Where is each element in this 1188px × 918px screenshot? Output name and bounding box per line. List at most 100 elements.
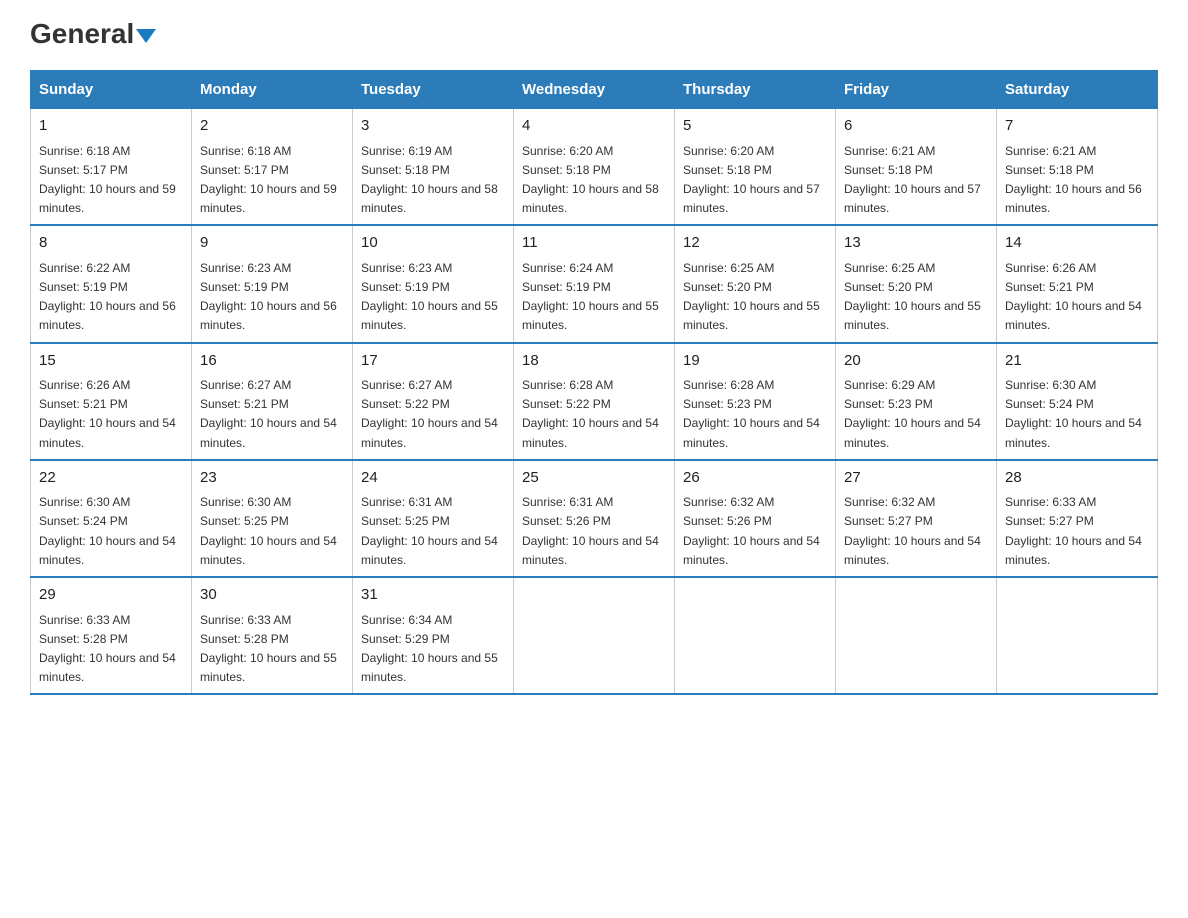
day-info: Sunrise: 6:30 AM Sunset: 5:24 PM Dayligh…: [1005, 376, 1149, 453]
day-number: 9: [200, 232, 344, 255]
day-number: 13: [844, 232, 988, 255]
day-info: Sunrise: 6:18 AM Sunset: 5:17 PM Dayligh…: [39, 142, 183, 219]
day-number: 2: [200, 115, 344, 138]
calendar-day-cell: 16 Sunrise: 6:27 AM Sunset: 5:21 PM Dayl…: [192, 343, 353, 460]
col-wednesday: Wednesday: [514, 71, 675, 109]
day-info: Sunrise: 6:30 AM Sunset: 5:25 PM Dayligh…: [200, 493, 344, 570]
calendar-day-cell: 24 Sunrise: 6:31 AM Sunset: 5:25 PM Dayl…: [353, 460, 514, 577]
day-number: 22: [39, 467, 183, 490]
day-info: Sunrise: 6:33 AM Sunset: 5:28 PM Dayligh…: [200, 611, 344, 688]
day-info: Sunrise: 6:32 AM Sunset: 5:26 PM Dayligh…: [683, 493, 827, 570]
col-tuesday: Tuesday: [353, 71, 514, 109]
day-info: Sunrise: 6:23 AM Sunset: 5:19 PM Dayligh…: [361, 259, 505, 336]
day-info: Sunrise: 6:26 AM Sunset: 5:21 PM Dayligh…: [1005, 259, 1149, 336]
logo: General: [30, 20, 156, 50]
calendar-week-row: 29 Sunrise: 6:33 AM Sunset: 5:28 PM Dayl…: [31, 577, 1158, 694]
day-number: 7: [1005, 115, 1149, 138]
day-info: Sunrise: 6:21 AM Sunset: 5:18 PM Dayligh…: [844, 142, 988, 219]
day-info: Sunrise: 6:28 AM Sunset: 5:22 PM Dayligh…: [522, 376, 666, 453]
day-info: Sunrise: 6:26 AM Sunset: 5:21 PM Dayligh…: [39, 376, 183, 453]
col-saturday: Saturday: [997, 71, 1158, 109]
calendar-day-cell: 7 Sunrise: 6:21 AM Sunset: 5:18 PM Dayli…: [997, 109, 1158, 226]
day-number: 24: [361, 467, 505, 490]
day-number: 5: [683, 115, 827, 138]
calendar-week-row: 1 Sunrise: 6:18 AM Sunset: 5:17 PM Dayli…: [31, 109, 1158, 226]
day-info: Sunrise: 6:33 AM Sunset: 5:28 PM Dayligh…: [39, 611, 183, 688]
day-info: Sunrise: 6:30 AM Sunset: 5:24 PM Dayligh…: [39, 493, 183, 570]
day-number: 3: [361, 115, 505, 138]
calendar-day-cell: 10 Sunrise: 6:23 AM Sunset: 5:19 PM Dayl…: [353, 225, 514, 342]
logo-text: General: [30, 20, 156, 48]
day-number: 16: [200, 350, 344, 373]
page-header: General: [30, 20, 1158, 50]
day-info: Sunrise: 6:29 AM Sunset: 5:23 PM Dayligh…: [844, 376, 988, 453]
calendar-day-cell: 3 Sunrise: 6:19 AM Sunset: 5:18 PM Dayli…: [353, 109, 514, 226]
day-info: Sunrise: 6:34 AM Sunset: 5:29 PM Dayligh…: [361, 611, 505, 688]
calendar-day-cell: 15 Sunrise: 6:26 AM Sunset: 5:21 PM Dayl…: [31, 343, 192, 460]
day-info: Sunrise: 6:20 AM Sunset: 5:18 PM Dayligh…: [683, 142, 827, 219]
day-number: 29: [39, 584, 183, 607]
calendar-day-cell: 14 Sunrise: 6:26 AM Sunset: 5:21 PM Dayl…: [997, 225, 1158, 342]
day-info: Sunrise: 6:22 AM Sunset: 5:19 PM Dayligh…: [39, 259, 183, 336]
calendar-table: Sunday Monday Tuesday Wednesday Thursday…: [30, 70, 1158, 695]
calendar-day-cell: [514, 577, 675, 694]
col-thursday: Thursday: [675, 71, 836, 109]
calendar-day-cell: 18 Sunrise: 6:28 AM Sunset: 5:22 PM Dayl…: [514, 343, 675, 460]
calendar-day-cell: [836, 577, 997, 694]
calendar-day-cell: 19 Sunrise: 6:28 AM Sunset: 5:23 PM Dayl…: [675, 343, 836, 460]
day-number: 15: [39, 350, 183, 373]
day-number: 6: [844, 115, 988, 138]
calendar-day-cell: 29 Sunrise: 6:33 AM Sunset: 5:28 PM Dayl…: [31, 577, 192, 694]
calendar-day-cell: 13 Sunrise: 6:25 AM Sunset: 5:20 PM Dayl…: [836, 225, 997, 342]
day-number: 28: [1005, 467, 1149, 490]
day-info: Sunrise: 6:31 AM Sunset: 5:25 PM Dayligh…: [361, 493, 505, 570]
calendar-day-cell: [675, 577, 836, 694]
day-info: Sunrise: 6:23 AM Sunset: 5:19 PM Dayligh…: [200, 259, 344, 336]
day-info: Sunrise: 6:27 AM Sunset: 5:22 PM Dayligh…: [361, 376, 505, 453]
calendar-day-cell: 12 Sunrise: 6:25 AM Sunset: 5:20 PM Dayl…: [675, 225, 836, 342]
logo-general: General: [30, 18, 134, 49]
day-info: Sunrise: 6:25 AM Sunset: 5:20 PM Dayligh…: [683, 259, 827, 336]
day-number: 26: [683, 467, 827, 490]
calendar-day-cell: 11 Sunrise: 6:24 AM Sunset: 5:19 PM Dayl…: [514, 225, 675, 342]
calendar-day-cell: 4 Sunrise: 6:20 AM Sunset: 5:18 PM Dayli…: [514, 109, 675, 226]
day-info: Sunrise: 6:20 AM Sunset: 5:18 PM Dayligh…: [522, 142, 666, 219]
day-number: 18: [522, 350, 666, 373]
calendar-week-row: 22 Sunrise: 6:30 AM Sunset: 5:24 PM Dayl…: [31, 460, 1158, 577]
day-info: Sunrise: 6:33 AM Sunset: 5:27 PM Dayligh…: [1005, 493, 1149, 570]
calendar-day-cell: 25 Sunrise: 6:31 AM Sunset: 5:26 PM Dayl…: [514, 460, 675, 577]
day-info: Sunrise: 6:18 AM Sunset: 5:17 PM Dayligh…: [200, 142, 344, 219]
day-number: 1: [39, 115, 183, 138]
calendar-day-cell: 20 Sunrise: 6:29 AM Sunset: 5:23 PM Dayl…: [836, 343, 997, 460]
calendar-day-cell: 22 Sunrise: 6:30 AM Sunset: 5:24 PM Dayl…: [31, 460, 192, 577]
calendar-day-cell: 27 Sunrise: 6:32 AM Sunset: 5:27 PM Dayl…: [836, 460, 997, 577]
day-number: 23: [200, 467, 344, 490]
day-number: 25: [522, 467, 666, 490]
logo-triangle-icon: [136, 29, 156, 43]
day-number: 11: [522, 232, 666, 255]
day-info: Sunrise: 6:31 AM Sunset: 5:26 PM Dayligh…: [522, 493, 666, 570]
calendar-day-cell: 17 Sunrise: 6:27 AM Sunset: 5:22 PM Dayl…: [353, 343, 514, 460]
day-number: 12: [683, 232, 827, 255]
calendar-day-cell: 2 Sunrise: 6:18 AM Sunset: 5:17 PM Dayli…: [192, 109, 353, 226]
day-number: 17: [361, 350, 505, 373]
calendar-day-cell: 8 Sunrise: 6:22 AM Sunset: 5:19 PM Dayli…: [31, 225, 192, 342]
day-info: Sunrise: 6:24 AM Sunset: 5:19 PM Dayligh…: [522, 259, 666, 336]
day-info: Sunrise: 6:19 AM Sunset: 5:18 PM Dayligh…: [361, 142, 505, 219]
calendar-week-row: 15 Sunrise: 6:26 AM Sunset: 5:21 PM Dayl…: [31, 343, 1158, 460]
day-number: 10: [361, 232, 505, 255]
day-number: 8: [39, 232, 183, 255]
day-number: 27: [844, 467, 988, 490]
day-info: Sunrise: 6:28 AM Sunset: 5:23 PM Dayligh…: [683, 376, 827, 453]
calendar-day-cell: 6 Sunrise: 6:21 AM Sunset: 5:18 PM Dayli…: [836, 109, 997, 226]
day-number: 14: [1005, 232, 1149, 255]
calendar-header-row: Sunday Monday Tuesday Wednesday Thursday…: [31, 71, 1158, 109]
calendar-day-cell: 9 Sunrise: 6:23 AM Sunset: 5:19 PM Dayli…: [192, 225, 353, 342]
calendar-week-row: 8 Sunrise: 6:22 AM Sunset: 5:19 PM Dayli…: [31, 225, 1158, 342]
col-friday: Friday: [836, 71, 997, 109]
calendar-day-cell: 28 Sunrise: 6:33 AM Sunset: 5:27 PM Dayl…: [997, 460, 1158, 577]
calendar-day-cell: 1 Sunrise: 6:18 AM Sunset: 5:17 PM Dayli…: [31, 109, 192, 226]
calendar-day-cell: 23 Sunrise: 6:30 AM Sunset: 5:25 PM Dayl…: [192, 460, 353, 577]
calendar-day-cell: 5 Sunrise: 6:20 AM Sunset: 5:18 PM Dayli…: [675, 109, 836, 226]
day-number: 31: [361, 584, 505, 607]
